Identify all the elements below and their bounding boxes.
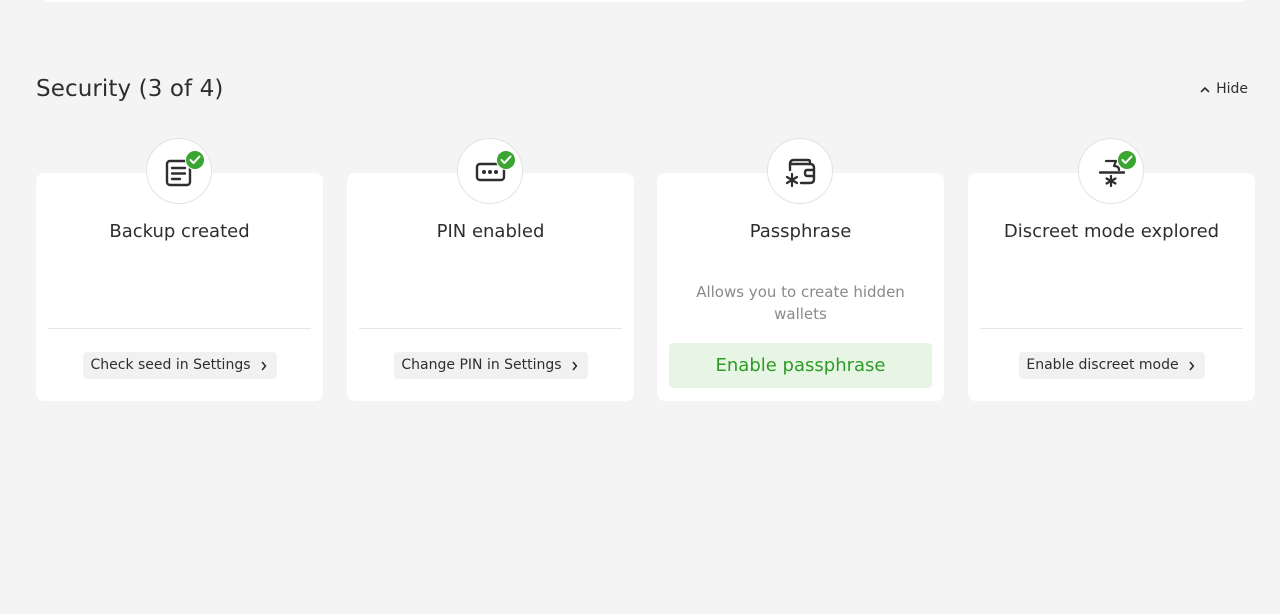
security-card-backup: Backup created Check seed in Settings bbox=[36, 138, 323, 401]
passphrase-wallet-icon bbox=[785, 158, 816, 188]
security-section-header: Security (3 of 4) Hide bbox=[36, 74, 1248, 110]
completed-check-icon bbox=[496, 150, 516, 170]
card-title: Passphrase bbox=[749, 221, 852, 242]
chevron-right-icon bbox=[1189, 361, 1194, 371]
security-card-discreet-mode: Discreet mode explored Enable discreet m… bbox=[968, 138, 1255, 401]
card-divider bbox=[980, 328, 1243, 329]
top-panel-edge bbox=[40, 0, 1250, 2]
section-title: Security (3 of 4) bbox=[36, 76, 224, 102]
check-seed-button[interactable]: Check seed in Settings bbox=[82, 352, 277, 379]
enable-discreet-mode-button-label: Enable discreet mode bbox=[1026, 357, 1179, 373]
check-seed-button-label: Check seed in Settings bbox=[90, 357, 251, 373]
passphrase-icon-circle bbox=[767, 138, 833, 204]
hide-button[interactable]: Hide bbox=[1200, 81, 1248, 97]
chevron-up-icon bbox=[1200, 86, 1210, 93]
card-title: PIN enabled bbox=[436, 221, 545, 242]
card-description: Allows you to create hidden wallets bbox=[696, 283, 905, 323]
discreet-mode-icon-circle bbox=[1078, 138, 1144, 204]
change-pin-button[interactable]: Change PIN in Settings bbox=[393, 352, 588, 379]
hide-button-label: Hide bbox=[1216, 81, 1248, 97]
card-divider bbox=[359, 328, 622, 329]
backup-icon-circle bbox=[146, 138, 212, 204]
completed-check-icon bbox=[185, 150, 205, 170]
security-cards: Backup created Check seed in Settings PI… bbox=[36, 138, 1256, 401]
chevron-right-icon bbox=[261, 361, 266, 371]
enable-passphrase-button[interactable]: Enable passphrase bbox=[669, 343, 932, 388]
security-card-pin: PIN enabled Change PIN in Settings bbox=[347, 138, 634, 401]
pin-icon-circle bbox=[457, 138, 523, 204]
card-title: Backup created bbox=[109, 221, 250, 242]
chevron-right-icon bbox=[572, 361, 577, 371]
card-title: Discreet mode explored bbox=[1003, 221, 1220, 242]
card-divider bbox=[48, 328, 311, 329]
enable-discreet-mode-button[interactable]: Enable discreet mode bbox=[1018, 352, 1205, 379]
security-card-passphrase: Passphrase Allows you to create hidden w… bbox=[657, 138, 944, 401]
change-pin-button-label: Change PIN in Settings bbox=[401, 357, 562, 373]
completed-check-icon bbox=[1117, 150, 1137, 170]
